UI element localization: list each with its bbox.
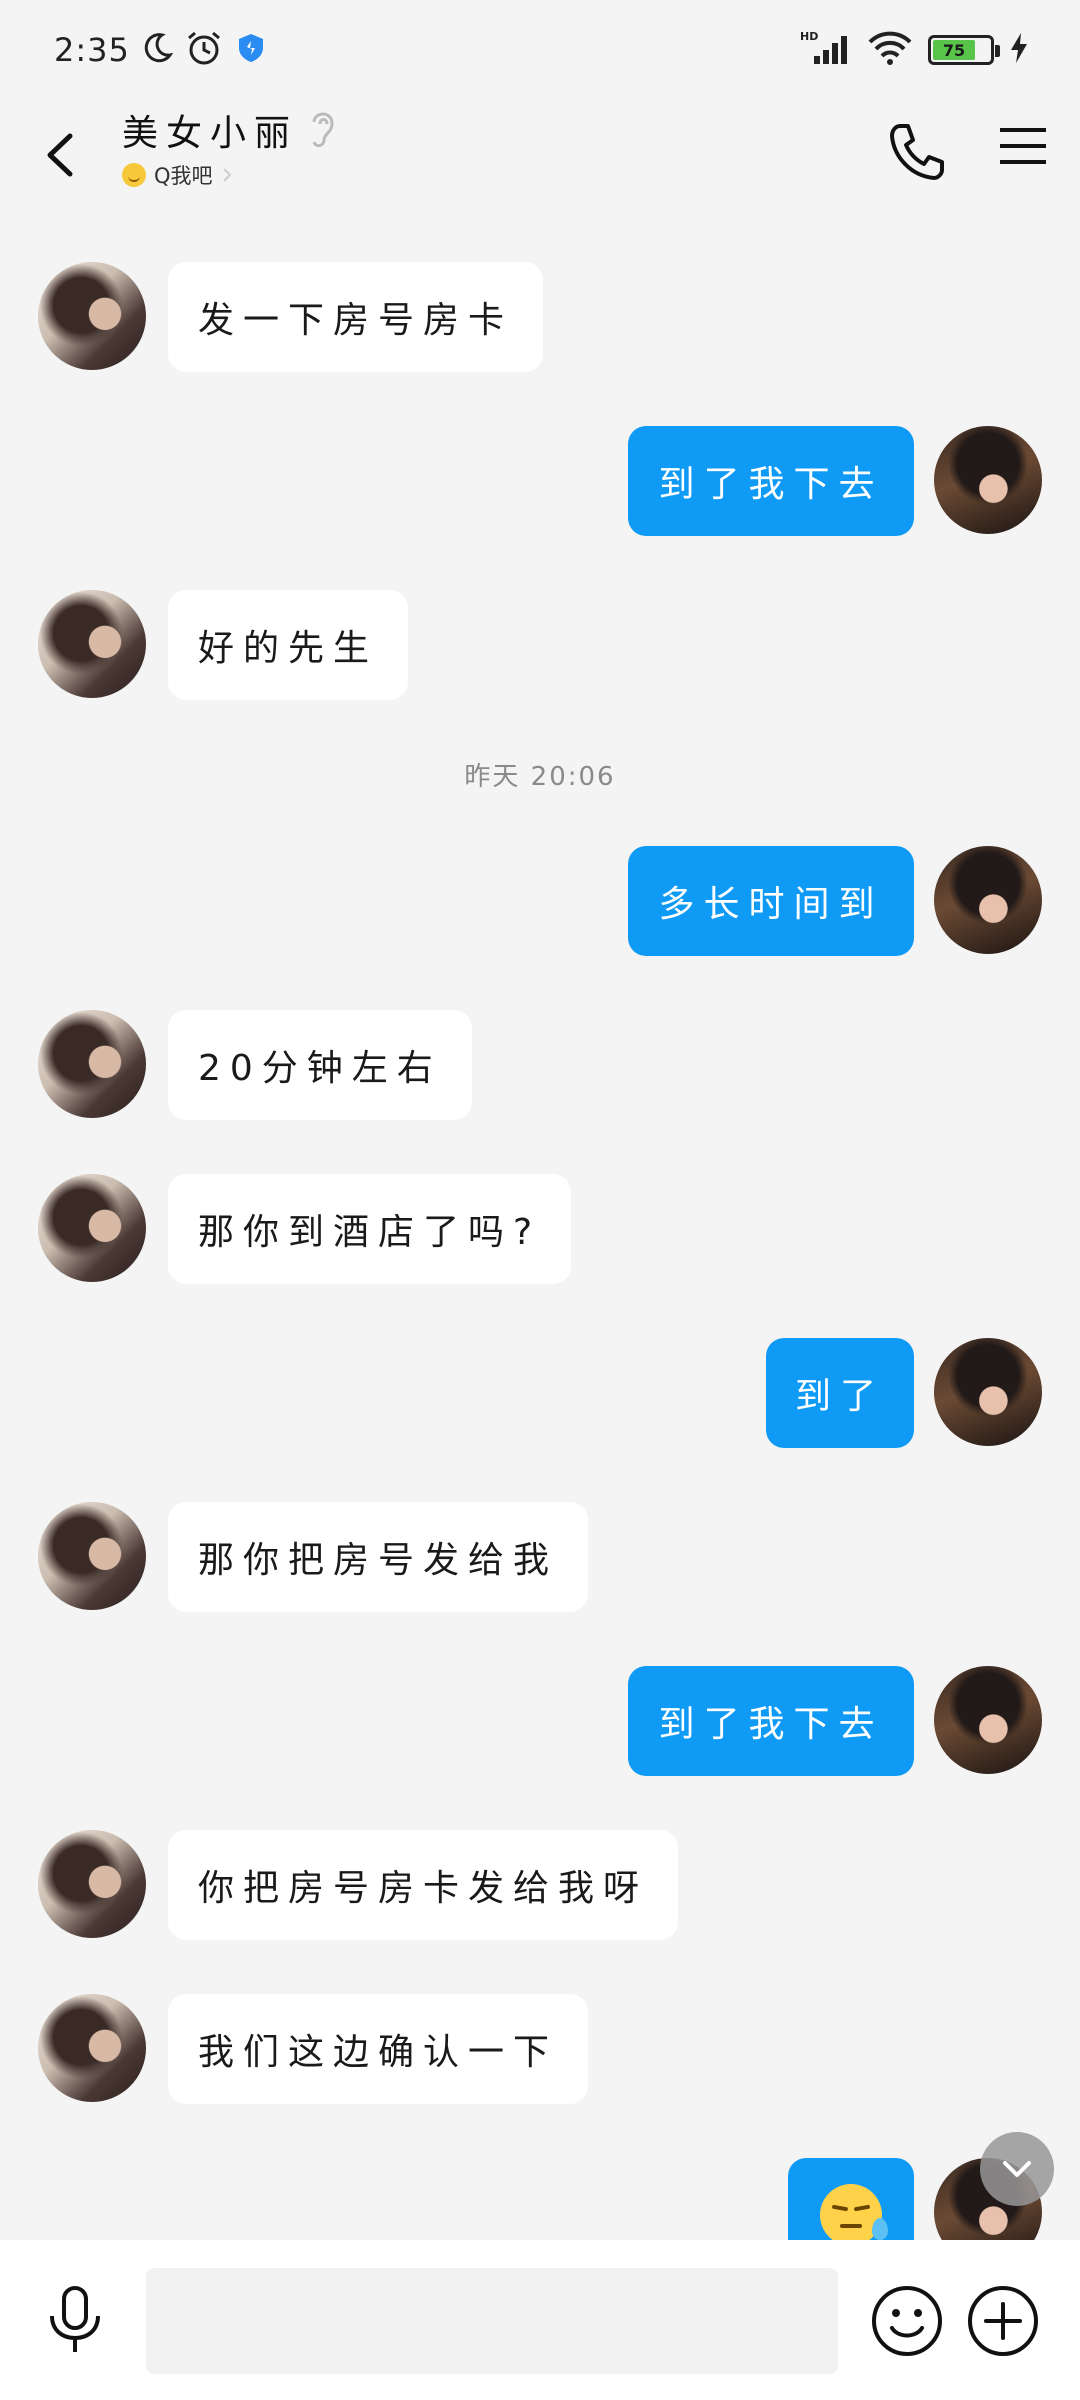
menu-button[interactable] (998, 122, 1048, 176)
status-bar: 2:35 HD 75 (0, 0, 1080, 100)
sweat-face-emoji (820, 2184, 888, 2240)
message-text: 到了 (795, 1376, 886, 1417)
svg-text:HD: HD (800, 30, 818, 43)
message-bubble-outgoing[interactable]: 到了 (766, 1338, 914, 1448)
message-text: 多长时间到 (658, 884, 884, 925)
status-left: 2:35 (54, 29, 268, 71)
my-avatar[interactable] (934, 846, 1042, 954)
voice-button[interactable] (44, 2284, 106, 2360)
message-bubble-incoming[interactable]: 那你把房号发给我 (168, 1502, 589, 1612)
message-text: 那你把房号发给我 (198, 1540, 559, 1581)
status-right: HD 75 (800, 30, 1030, 70)
message-text: 你把房号房卡发给我呀 (198, 1868, 649, 1909)
message-bubble-incoming[interactable]: 发一下房号房卡 (168, 262, 544, 372)
plus-icon (968, 2286, 1038, 2356)
message-text: 20分钟左右 (198, 1048, 442, 1089)
my-avatar[interactable] (934, 1338, 1042, 1446)
smile-status-icon (122, 163, 146, 187)
message-bubble-incoming[interactable]: 你把房号房卡发给我呀 (168, 1830, 679, 1940)
contact-avatar[interactable] (38, 1994, 146, 2102)
my-avatar[interactable] (934, 426, 1042, 534)
message-text: 发一下房号房卡 (198, 300, 514, 341)
battery-level: 75 (942, 40, 966, 60)
ear-icon[interactable] (304, 106, 340, 154)
back-button[interactable] (40, 120, 80, 190)
message-text: 到了我下去 (658, 1704, 884, 1745)
shield-icon (234, 31, 268, 69)
contact-name[interactable]: 美女小丽 (122, 104, 298, 156)
scroll-to-bottom-button[interactable] (980, 2132, 1054, 2206)
message-text: 到了我下去 (658, 464, 884, 505)
microphone-icon (50, 2286, 100, 2352)
wifi-icon (866, 30, 914, 70)
message-bubble-outgoing[interactable]: 到了我下去 (628, 1666, 914, 1776)
status-time: 2:35 (54, 31, 130, 69)
battery-icon: 75 (928, 35, 1000, 65)
message-text: 那你到酒店了吗? (198, 1212, 542, 1253)
more-actions-button[interactable] (966, 2284, 1040, 2362)
chevron-right-icon (222, 168, 231, 182)
chat-area[interactable]: 发一下房号房卡 到了我下去 好的先生 昨天 20:06 多长时间到 20分钟左右… (0, 210, 1080, 2240)
contact-avatar[interactable] (38, 262, 146, 370)
contact-avatar[interactable] (38, 1010, 146, 1118)
timestamp: 昨天 20:06 (464, 762, 616, 792)
signal-icon: HD (800, 30, 852, 70)
message-bubble-incoming[interactable]: 那你到酒店了吗? (168, 1174, 572, 1284)
back-icon (47, 133, 73, 177)
contact-status-text: Q我吧 (154, 164, 213, 188)
contact-status[interactable]: Q我吧 (122, 160, 233, 190)
chat-header: 美女小丽 Q我吧 (0, 100, 1080, 210)
message-bubble-incoming[interactable]: 20分钟左右 (168, 1010, 472, 1120)
message-bubble-outgoing[interactable]: 多长时间到 (628, 846, 914, 956)
battery-fill: 75 (933, 40, 975, 60)
phone-icon (890, 124, 944, 180)
message-bubble-incoming[interactable]: 我们这边确认一下 (168, 1994, 589, 2104)
message-bubble-incoming[interactable]: 好的先生 (168, 590, 409, 700)
emoji-button[interactable] (870, 2284, 944, 2362)
menu-icon (1000, 128, 1046, 164)
message-input[interactable] (146, 2268, 838, 2374)
contact-avatar[interactable] (38, 1174, 146, 1282)
message-text: 好的先生 (198, 628, 379, 669)
message-bubble-outgoing[interactable]: 到了我下去 (628, 426, 914, 536)
smiley-icon (872, 2286, 942, 2356)
contact-avatar[interactable] (38, 1830, 146, 1938)
contact-avatar[interactable] (38, 590, 146, 698)
my-avatar[interactable] (934, 1666, 1042, 1774)
input-bar (0, 2240, 1080, 2400)
phone-call-button[interactable] (886, 118, 946, 188)
moon-icon (140, 31, 174, 69)
message-text: 我们这边确认一下 (198, 2032, 559, 2073)
chevron-down-icon (1003, 2161, 1031, 2177)
charging-icon (1008, 31, 1030, 69)
message-bubble-outgoing[interactable] (788, 2158, 914, 2240)
contact-avatar[interactable] (38, 1502, 146, 1610)
alarm-icon (184, 29, 224, 71)
